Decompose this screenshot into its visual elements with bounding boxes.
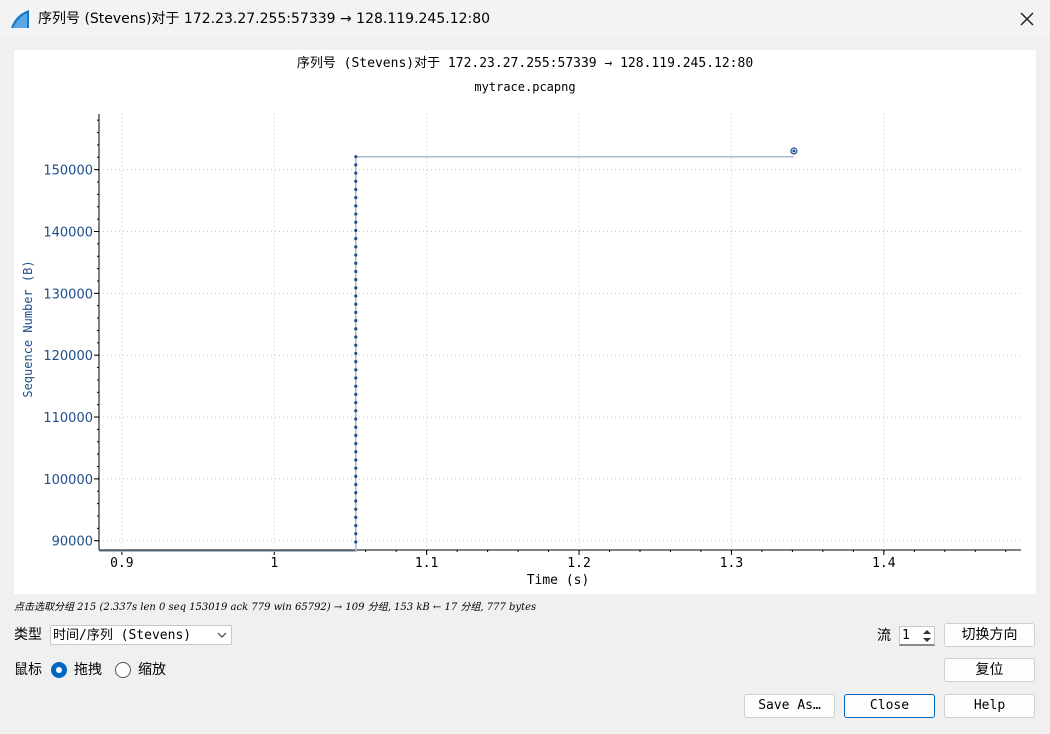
data-point	[354, 171, 358, 175]
data-point	[354, 212, 358, 216]
x-tick-label: 1.1	[415, 556, 438, 571]
data-point	[354, 425, 358, 429]
y-tick-label: 90000	[52, 535, 93, 550]
data-point	[354, 310, 358, 315]
spin-arrows-icon[interactable]	[921, 628, 933, 644]
reset-button[interactable]: 复位	[944, 658, 1035, 682]
selected-point	[792, 149, 796, 153]
y-tick-label: 140000	[43, 226, 93, 241]
title-bar: 序列号 (Stevens)对于 172.23.27.255:57339 → 12…	[0, 0, 1050, 38]
close-button[interactable]: Close	[844, 694, 935, 718]
data-point	[354, 237, 358, 241]
data-point	[354, 384, 358, 388]
y-axis-label: Sequence Number (B)	[21, 260, 35, 397]
chevron-down-icon	[217, 632, 227, 638]
data-point	[354, 532, 358, 536]
data-point	[354, 523, 358, 528]
x-tick-label: 1	[270, 556, 278, 571]
data-point	[354, 417, 358, 421]
stream-value: 1	[902, 628, 910, 643]
data-point	[354, 278, 358, 282]
data-point	[354, 286, 358, 290]
data-point	[354, 196, 358, 200]
data-point	[354, 351, 358, 356]
data-point	[354, 360, 358, 364]
data-point	[354, 253, 358, 257]
data-point	[354, 491, 358, 495]
grid-lines	[99, 114, 1021, 550]
axes	[94, 114, 1021, 555]
wireshark-fin-icon	[11, 10, 29, 28]
data-point	[354, 155, 358, 159]
data-point	[354, 466, 358, 470]
series-step-line	[99, 155, 794, 552]
data-point	[354, 433, 358, 437]
graph-type-value: 时间/序列 (Stevens)	[53, 628, 192, 643]
x-tick-label: 0.9	[110, 556, 133, 571]
data-point	[354, 376, 358, 380]
help-button[interactable]: Help	[944, 694, 1035, 718]
data-point	[354, 220, 358, 224]
y-tick-label: 150000	[43, 164, 93, 179]
data-marks	[99, 147, 798, 552]
data-point	[354, 515, 358, 519]
data-point	[354, 401, 358, 405]
y-tick-label: 110000	[43, 411, 93, 426]
stream-label: 流	[877, 628, 891, 644]
window-title: 序列号 (Stevens)对于 172.23.27.255:57339 → 12…	[38, 11, 491, 27]
data-point	[354, 204, 358, 208]
stream-spinbox[interactable]: 1	[899, 626, 935, 646]
x-tick-label: 1.2	[567, 556, 590, 571]
status-hint: 点击选取分组 215 (2.337s len 0 seq 153019 ack …	[14, 602, 537, 613]
data-point	[354, 327, 358, 331]
chart-title: 序列号 (Stevens)对于 172.23.27.255:57339 → 12…	[297, 56, 753, 71]
data-point	[354, 187, 358, 192]
data-point	[354, 540, 358, 544]
mouse-label: 鼠标	[14, 662, 42, 678]
data-point	[354, 261, 358, 265]
data-point	[354, 458, 358, 462]
zoom-label[interactable]: 缩放	[138, 660, 166, 680]
graph-type-select[interactable]: 时间/序列 (Stevens)	[50, 625, 232, 645]
data-point	[354, 335, 358, 339]
type-label: 类型	[14, 627, 42, 643]
y-tick-label: 100000	[43, 473, 93, 488]
drag-label[interactable]: 拖拽	[74, 660, 102, 680]
data-point	[354, 507, 358, 511]
close-window-icon[interactable]	[1016, 8, 1038, 30]
data-point	[354, 499, 358, 503]
sequence-graph[interactable]: 序列号 (Stevens)对于 172.23.27.255:57339 → 12…	[14, 50, 1036, 594]
switch-direction-button[interactable]: 切换方向	[944, 623, 1035, 647]
data-point	[354, 343, 358, 347]
sequence-graph-svg[interactable]: 序列号 (Stevens)对于 172.23.27.255:57339 → 12…	[14, 50, 1036, 594]
x-tick-label: 1.4	[872, 556, 896, 571]
y-tick-label: 120000	[43, 349, 93, 364]
chart-subtitle: mytrace.pcapng	[474, 80, 575, 94]
data-point	[354, 450, 358, 454]
data-point	[354, 368, 358, 372]
data-point	[354, 269, 358, 274]
tick-labels: 0.9 1 1.1 1.2 1.3 1.4 90000 100000 110000 120000 1…	[43, 164, 895, 571]
data-point	[354, 302, 358, 306]
data-point	[354, 474, 358, 478]
data-point	[354, 228, 358, 233]
drag-radio[interactable]	[51, 662, 67, 678]
data-point	[354, 294, 358, 298]
y-tick-label: 130000	[43, 287, 93, 302]
data-point	[354, 179, 358, 183]
data-point	[354, 163, 358, 167]
x-tick-label: 1.3	[720, 556, 743, 571]
data-point	[354, 409, 358, 413]
zoom-radio[interactable]	[115, 662, 131, 678]
data-point	[354, 392, 358, 397]
x-axis-label: Time (s)	[527, 573, 590, 588]
data-point	[354, 482, 358, 487]
save-as-button[interactable]: Save As…	[744, 694, 835, 718]
data-point	[354, 441, 358, 446]
data-point	[354, 319, 358, 323]
data-point	[354, 245, 358, 249]
